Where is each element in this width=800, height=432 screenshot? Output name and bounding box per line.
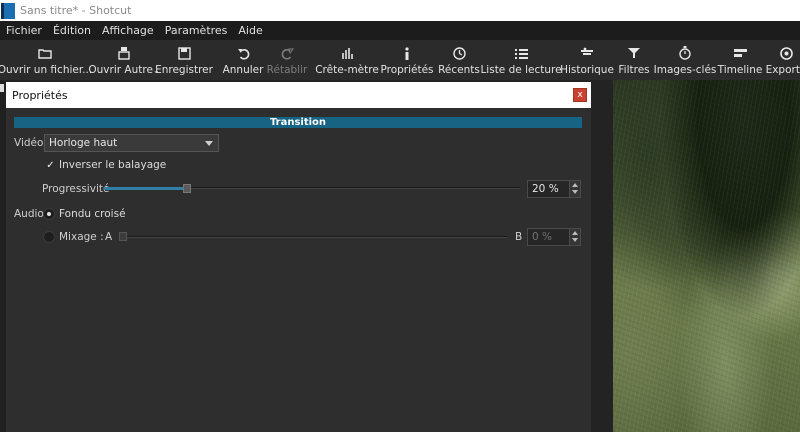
properties-panel-title: Propriétés bbox=[12, 88, 68, 102]
softness-slider-fill bbox=[104, 187, 187, 190]
filter-icon bbox=[628, 44, 640, 62]
save-icon bbox=[177, 44, 191, 62]
properties-button[interactable]: Propriétés bbox=[380, 40, 434, 80]
timeline-icon bbox=[733, 44, 747, 62]
mix-a-label: A bbox=[105, 231, 113, 243]
window-title: Sans titre* - Shotcut bbox=[20, 4, 132, 17]
mix-spinbox[interactable]: 0 % bbox=[527, 228, 581, 246]
filters-label: Filtres bbox=[618, 64, 650, 76]
keyframes-label: Images-clés bbox=[653, 64, 717, 76]
recent-button[interactable]: Récents bbox=[438, 40, 480, 80]
info-icon bbox=[403, 44, 411, 62]
shotcut-logo-icon bbox=[1, 2, 15, 19]
save-button[interactable]: Enregistrer bbox=[155, 40, 213, 80]
open-other-icon bbox=[117, 44, 131, 62]
open-other-button[interactable]: Ouvrir Autre⌄ bbox=[88, 40, 160, 80]
video-label: Vidéo bbox=[14, 137, 44, 149]
properties-panel-header[interactable]: Propriétés x bbox=[6, 82, 591, 108]
history-button[interactable]: Historique bbox=[560, 40, 614, 80]
transition-section-header: Transition bbox=[14, 117, 582, 128]
export-button[interactable]: Exporte bbox=[766, 40, 800, 80]
properties-label: Propriétés bbox=[380, 64, 434, 76]
open-other-label: Ouvrir Autre⌄ bbox=[88, 64, 160, 76]
history-label: Historique bbox=[560, 64, 614, 76]
redo-icon bbox=[281, 44, 294, 62]
menu-fichier[interactable]: Fichier bbox=[0, 24, 47, 37]
dock-tab-marker[interactable] bbox=[0, 84, 4, 92]
mix-radio[interactable] bbox=[43, 231, 55, 243]
spin-up-icon bbox=[572, 183, 578, 187]
menu-aide[interactable]: Aide bbox=[232, 24, 267, 37]
chevron-down-icon bbox=[205, 141, 213, 146]
timeline-label: Timeline bbox=[717, 64, 763, 76]
peak-meter-icon bbox=[341, 44, 353, 62]
softness-label: Progressivité bbox=[42, 183, 110, 195]
menu-parametres[interactable]: Paramètres bbox=[159, 24, 233, 37]
mix-value: 0 % bbox=[532, 231, 552, 243]
playlist-button[interactable]: Liste de lecture bbox=[480, 40, 562, 80]
crossfade-radio[interactable] bbox=[43, 208, 55, 220]
spin-down-icon bbox=[572, 238, 578, 242]
mix-slider-track[interactable] bbox=[119, 236, 507, 238]
preview-frame-texture bbox=[613, 80, 800, 432]
filters-button[interactable]: Filtres bbox=[616, 40, 652, 80]
keyframes-button[interactable]: Images-clés bbox=[653, 40, 717, 80]
mix-spin-buttons[interactable] bbox=[569, 229, 580, 245]
playlist-label: Liste de lecture bbox=[480, 64, 562, 76]
history-icon bbox=[580, 44, 594, 62]
peak-meter-label: Crête-mètre bbox=[315, 64, 379, 76]
checkmark-icon: ✓ bbox=[46, 160, 55, 171]
mix-slider-handle[interactable] bbox=[119, 232, 127, 241]
video-transition-value: Horloge haut bbox=[49, 137, 118, 149]
mix-label: Mixage : bbox=[59, 231, 104, 243]
softness-value: 20 % bbox=[532, 183, 559, 195]
recent-label: Récents bbox=[438, 64, 480, 76]
redo-label: Rétablir bbox=[266, 64, 308, 76]
spin-up-icon bbox=[572, 231, 578, 235]
menu-edition[interactable]: Édition bbox=[47, 24, 96, 37]
timeline-button[interactable]: Timeline bbox=[718, 40, 762, 80]
audio-label: Audio bbox=[14, 208, 44, 220]
crossfade-label: Fondu croisé bbox=[59, 208, 126, 220]
undo-label: Annuler bbox=[222, 64, 264, 76]
clock-icon bbox=[452, 44, 466, 62]
menu-bar: Fichier Édition Affichage Paramètres Aid… bbox=[0, 21, 800, 40]
close-icon: x bbox=[577, 90, 583, 100]
mix-b-label: B bbox=[515, 231, 523, 243]
stopwatch-icon bbox=[679, 44, 691, 62]
invert-wipe-checkbox[interactable]: ✓ bbox=[45, 160, 56, 171]
invert-wipe-label: Inverser le balayage bbox=[59, 159, 167, 171]
spin-down-icon bbox=[572, 190, 578, 194]
export-icon bbox=[779, 44, 793, 62]
open-file-button[interactable]: Ouvrir un fichier... bbox=[0, 40, 92, 80]
list-icon bbox=[514, 44, 528, 62]
open-file-label: Ouvrir un fichier... bbox=[0, 64, 93, 76]
main-toolbar: Ouvrir un fichier... Ouvrir Autre⌄ Enreg… bbox=[0, 40, 800, 80]
video-transition-select[interactable]: Horloge haut bbox=[44, 134, 219, 152]
title-bar: Sans titre* - Shotcut bbox=[0, 0, 800, 21]
softness-slider-handle[interactable] bbox=[183, 184, 191, 193]
undo-icon bbox=[237, 44, 250, 62]
export-label: Exporte bbox=[765, 64, 800, 76]
peak-meter-button[interactable]: Crête-mètre bbox=[315, 40, 379, 80]
save-label: Enregistrer bbox=[155, 64, 213, 76]
close-panel-button[interactable]: x bbox=[573, 88, 587, 102]
softness-spinbox[interactable]: 20 % bbox=[527, 180, 581, 198]
dock-splitter[interactable] bbox=[591, 80, 613, 432]
undo-button[interactable]: Annuler bbox=[222, 40, 264, 80]
redo-button[interactable]: Rétablir bbox=[266, 40, 308, 80]
softness-spin-buttons[interactable] bbox=[569, 181, 580, 197]
menu-affichage[interactable]: Affichage bbox=[96, 24, 159, 37]
transition-section-title: Transition bbox=[269, 117, 327, 128]
properties-panel: Propriétés x Transition Vidéo Horloge ha… bbox=[6, 82, 591, 432]
video-preview[interactable] bbox=[613, 80, 800, 432]
folder-open-icon bbox=[38, 44, 52, 62]
